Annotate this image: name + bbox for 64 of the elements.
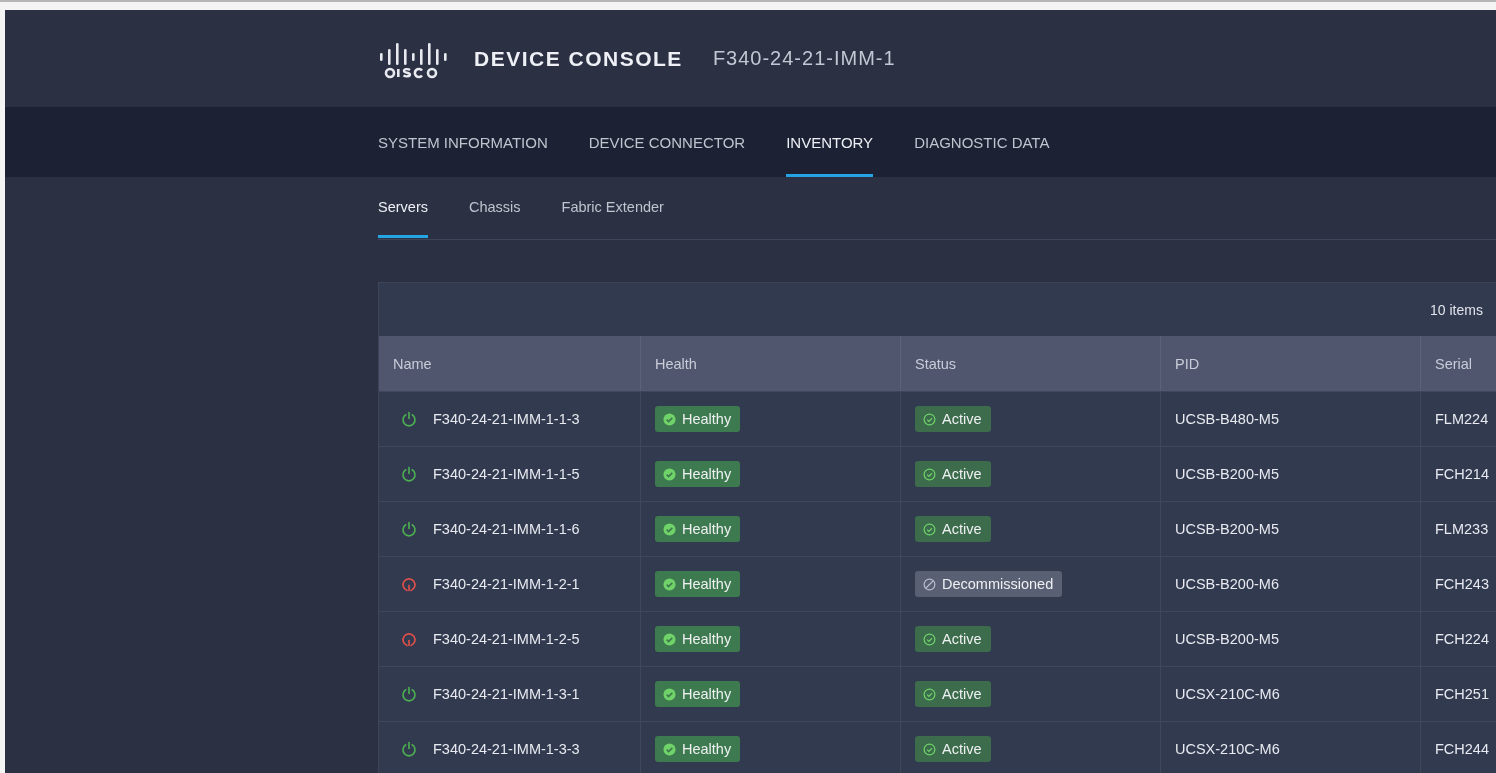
- server-name: F340-24-21-IMM-1-3-1: [433, 686, 580, 702]
- server-name: F340-24-21-IMM-1-2-1: [433, 576, 580, 592]
- app-title: DEVICE CONSOLE: [474, 46, 683, 71]
- table-cell: UCSB-B200-M5: [1161, 612, 1421, 666]
- nav-tab[interactable]: INVENTORY: [786, 107, 874, 177]
- health-badge: Healthy: [655, 736, 741, 762]
- check-icon: [663, 412, 676, 426]
- check-icon: [923, 467, 936, 481]
- status-badge: Active: [915, 406, 991, 432]
- check-icon: [663, 632, 676, 646]
- nav-tab[interactable]: DIAGNOSTIC DATA: [914, 107, 1050, 177]
- server-name: F340-24-21-IMM-1-3-3: [433, 741, 580, 757]
- table-cell: UCSX-210C-M6: [1161, 667, 1421, 721]
- check-icon: [663, 467, 676, 481]
- table-cell: UCSB-B200-M6: [1161, 557, 1421, 611]
- status-badge: Decommissioned: [915, 571, 1063, 597]
- table-cell: UCSB-B200-M5: [1161, 502, 1421, 556]
- table-cell: UCSB-B200-M5: [1161, 447, 1421, 501]
- table-cell: UCSB-B480-M5: [1161, 392, 1421, 446]
- table-cell: FCH214: [1421, 447, 1496, 501]
- check-icon: [663, 577, 676, 591]
- health-badge: Healthy: [655, 626, 741, 652]
- table-cell: FLM224: [1421, 392, 1496, 446]
- check-icon: [923, 632, 936, 646]
- table-cell: FCH244: [1421, 722, 1496, 773]
- table-cell: FCH243: [1421, 557, 1496, 611]
- server-name: F340-24-21-IMM-1-1-3: [433, 411, 580, 427]
- column-header[interactable]: Status: [901, 336, 1161, 391]
- server-name: F340-24-21-IMM-1-1-5: [433, 466, 580, 482]
- health-badge: Healthy: [655, 571, 741, 597]
- check-icon: [923, 412, 936, 426]
- prohibited-icon: [923, 577, 936, 591]
- status-badge: Active: [915, 461, 991, 487]
- status-badge: Active: [915, 736, 991, 762]
- sub-tab[interactable]: Fabric Extender: [561, 177, 664, 238]
- sub-tab[interactable]: Servers: [378, 177, 428, 238]
- column-header[interactable]: Health: [641, 336, 901, 391]
- column-header[interactable]: Serial: [1421, 336, 1496, 391]
- table-cell: FLM233: [1421, 502, 1496, 556]
- check-icon: [663, 687, 676, 701]
- table-cell: UCSX-210C-M6: [1161, 722, 1421, 773]
- check-icon: [923, 522, 936, 536]
- table-cell: FCH251: [1421, 667, 1496, 721]
- status-badge: Active: [915, 681, 991, 707]
- health-badge: Healthy: [655, 461, 741, 487]
- item-count: 10 items: [1430, 301, 1483, 318]
- health-badge: Healthy: [655, 406, 741, 432]
- nav-tab[interactable]: SYSTEM INFORMATION: [378, 107, 548, 177]
- check-icon: [663, 522, 676, 536]
- table-cell: FCH224: [1421, 612, 1496, 666]
- check-icon: [923, 742, 936, 756]
- column-header[interactable]: Name: [379, 336, 641, 391]
- status-badge: Active: [915, 626, 991, 652]
- check-icon: [923, 687, 936, 701]
- column-header[interactable]: PID: [1161, 336, 1421, 391]
- nav-tab[interactable]: DEVICE CONNECTOR: [588, 107, 746, 177]
- server-name: F340-24-21-IMM-1-2-5: [433, 631, 580, 647]
- sub-tab[interactable]: Chassis: [468, 177, 521, 238]
- server-name: F340-24-21-IMM-1-1-6: [433, 521, 580, 537]
- health-badge: Healthy: [655, 681, 741, 707]
- device-name: F340-24-21-IMM-1: [712, 47, 896, 70]
- check-icon: [663, 742, 676, 756]
- health-badge: Healthy: [655, 516, 741, 542]
- status-badge: Active: [915, 516, 991, 542]
